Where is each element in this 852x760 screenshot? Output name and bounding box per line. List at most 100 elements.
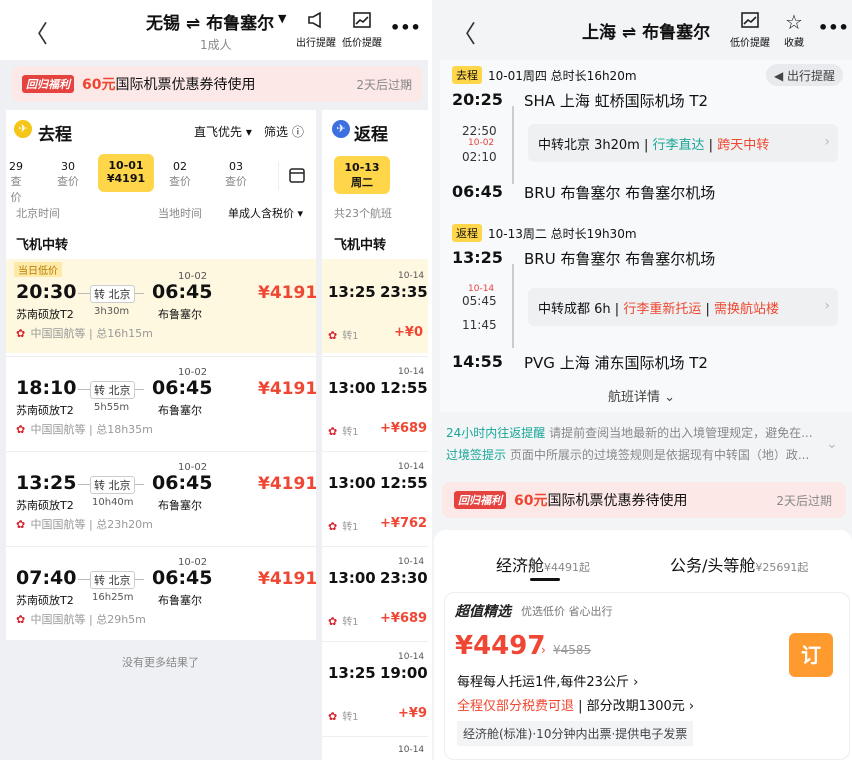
cabin-section: 经济舱¥4491起 公务/头等舱¥25691起 超值精选 优选低价 省心出行 ¥… [434,530,852,760]
airchina-logo-icon: ✿ [328,329,338,342]
arr-airport: 布鲁塞尔 [158,499,202,512]
arr-time: 06:45 [452,182,503,201]
back-icon[interactable]: 〈 [24,14,48,49]
tab-business[interactable]: 公务/头等舱¥25691起 [670,552,808,576]
trip-alert-chip[interactable]: ◀ 出行提醒 [766,64,844,86]
return-flight-row[interactable]: 10-14 13:25 23:35 ✿ 转1 +¥0 [322,259,428,353]
arr-airport: 布鲁塞尔 [158,308,202,321]
promo-amount: 60元 [514,493,548,509]
transit-info[interactable]: 中转北京 3h20m | 行李直达 | 跨天中转 › [528,124,838,162]
calendar-icon[interactable] [278,162,314,190]
date-cell[interactable]: 03 查价 [214,160,258,189]
dep-time: 20:30 [16,281,77,303]
promo-text: 国际机票优惠券待使用 [547,493,688,509]
favorite-button[interactable]: ☆ 收藏 [776,10,812,49]
itinerary: 去程 10-01周四 总时长16h20m ◀ 出行提醒 20:25 SHA 上海… [440,60,852,412]
chevron-down-icon[interactable]: ⌄ [826,436,838,452]
return-date-selected[interactable]: 10-13 周二 [334,156,390,194]
left-panel: 〈 无锡 ⇌ 布鲁塞尔 ▼ 1成人 出行提醒 低价提醒 ••• 回归福利 60元… [0,0,428,760]
via-badge: 转 北京 [90,285,135,303]
transit-date: 10-14 [468,284,495,294]
outbound-title: 去程 [38,125,72,145]
via-badge: 转 北京 [90,381,135,399]
promo-text: 国际机票优惠券待使用 [115,77,256,93]
flight-price: ¥4191 [258,379,318,399]
airchina-logo-icon: ✿ [328,615,338,628]
original-price: ¥4585 [553,643,592,657]
return-tag: 返程 [452,224,482,242]
coupon-banner[interactable]: 回归福利 60元 国际机票优惠券待使用 2天后过期 [442,482,846,518]
more-icon[interactable]: ••• [818,18,849,37]
transit-duration: 10h40m [92,497,134,508]
airchina-logo-icon: ✿ [328,520,338,533]
coupon-banner[interactable]: 回归福利 60元 国际机票优惠券待使用 2天后过期 › [12,66,422,102]
dep-airport: 苏南硕放T2 [16,308,74,321]
return-flight-row[interactable]: 10-14 [322,736,428,760]
dep-time: 13:25 [16,472,77,494]
flight-row[interactable]: 07:40 苏南硕放T2 转 北京 16h25m 10-02 06:45 布鲁塞… [6,546,317,638]
chevron-down-icon[interactable]: ▼ [278,12,286,25]
date-cell[interactable]: 30 查价 [46,160,90,189]
route-title: 上海 ⇌ 布鲁塞尔 [582,23,711,43]
dep-airport: 苏南硕放T2 [16,404,74,417]
arr-time: 06:45 [152,472,213,494]
arr-date: 10-14 [398,652,425,662]
dep-time: 18:10 [16,377,77,399]
section-transit: 飞机中转 [16,238,69,253]
return-flight-row[interactable]: 10-14 13:00 23:30 ✿ 转1 +¥689 [322,546,428,638]
col-local-time: 当地时间 [158,207,202,220]
notice-text: 请提前查阅当地最新的出入境管理规定，避免在... [549,426,813,440]
flight-price: ¥4191 [258,283,318,303]
low-price-tag: 当日低价 [14,262,62,277]
price-type-dropdown[interactable]: 单成人含税价 ▾ [228,205,303,221]
fare-price: ¥4497 [455,631,546,661]
low-price-alert-button[interactable]: 低价提醒 [728,10,772,49]
total-duration: 总16h15m [96,327,153,340]
flight-row[interactable]: 18:10 苏南硕放T2 转 北京 5h55m 10-02 06:45 布鲁塞尔… [6,356,318,448]
plane-icon: ✈ [14,120,32,138]
promo-tag: 回归福利 [454,491,506,509]
notices[interactable]: 24小时内往返提醒 请提前查阅当地最新的出入境管理规定，避免在... 过境签提示… [446,422,842,466]
airchina-logo-icon: ✿ [16,423,26,436]
flight-row[interactable]: 13:25 苏南硕放T2 转 北京 10h40m 10-02 06:45 布鲁塞… [6,451,317,543]
date-cell[interactable]: 29 查价 [6,160,26,205]
dep-airport: SHA 上海 虹桥国际机场 T2 [524,92,709,110]
refund-info[interactable]: 全程仅部分税费可退 | 部分改期1300元 › [457,695,694,714]
airchina-logo-icon: ✿ [328,710,338,723]
date-cell[interactable]: 02 查价 [158,160,202,189]
date-cell-selected[interactable]: 10-01 ¥4191 [98,154,154,192]
route-title[interactable]: 无锡 ⇌ 布鲁塞尔 [146,9,274,34]
chevron-right-icon: › [541,643,546,657]
airline: 中国国航等 [30,613,86,626]
filter-button[interactable]: 筛选 ⓘ [264,123,304,140]
dep-airport: BRU 布鲁塞尔 布鲁塞尔机场 [524,250,716,268]
trip-alert-button[interactable]: 出行提醒 [294,10,338,49]
arr-date: 10-14 [398,462,425,472]
back-icon[interactable]: 〈 [452,14,476,49]
chevron-right-icon: › [824,298,830,314]
flight-details-link[interactable]: 航班详情 ⌄ [608,386,675,405]
baggage-info[interactable]: 每程每人托运1件,每件23公斤 › [457,671,638,690]
return-flight-row[interactable]: 10-14 13:25 19:00 ✿ 转1 +¥9 [322,641,428,733]
sort-dropdown[interactable]: 直飞优先 ▾ [194,123,252,140]
flight-row[interactable]: 当日低价 20:30 苏南硕放T2 转 北京 3h30m 10-02 06:45… [6,259,318,353]
plane-icon: ✈ [332,120,350,138]
fare-card[interactable]: 超值精选 优选低价 省心出行 ¥4497 › ¥4585 每程每人托运1件,每件… [444,592,850,760]
book-button[interactable]: 订 [789,633,833,677]
via-badge: 转 北京 [90,476,135,494]
dep-airport: 苏南硕放T2 [16,594,74,607]
return-flight-row[interactable]: 10-14 13:00 12:55 ✿ 转1 +¥689 [322,356,428,448]
arr-date: 10-14 [398,557,425,567]
tab-economy[interactable]: 经济舱¥4491起 [496,552,590,576]
chart-icon [353,12,371,28]
return-flight-row[interactable]: 10-14 13:00 12:55 ✿ 转1 +¥762 [322,451,428,543]
airline: 中国国航等 [30,327,86,340]
low-price-alert-button[interactable]: 低价提醒 [340,10,384,49]
more-icon[interactable]: ••• [390,18,421,37]
transit-info[interactable]: 中转成都 6h | 行李重新托运 | 需换航站楼 › [528,288,838,326]
fare-title: 超值精选 [455,604,511,620]
total-duration: 总18h35m [96,423,153,436]
tab-indicator [530,578,560,581]
arr-airport: 布鲁塞尔 [158,594,202,607]
flight-count: 共23个航班 [334,207,392,220]
